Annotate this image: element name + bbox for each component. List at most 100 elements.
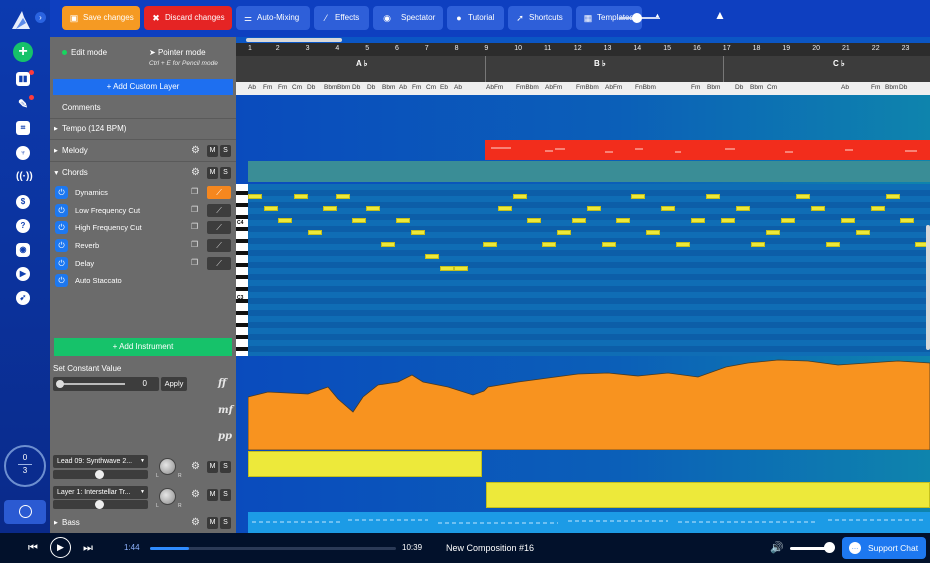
chord-note[interactable] [498,206,512,211]
chord-note[interactable] [323,206,337,211]
chord-label[interactable]: Bbm [337,84,350,91]
playback-progress[interactable] [150,547,396,550]
chord-note[interactable] [811,206,825,211]
comments-row[interactable]: Comments [50,97,236,119]
copy-icon[interactable]: ❐ [191,258,200,268]
power-icon[interactable]: ⏻ [55,204,68,217]
apply-button[interactable]: Apply [161,377,187,391]
tutorial-button[interactable]: ● Tutorial [447,6,504,30]
mute-button[interactable]: M [207,461,218,473]
zoom-in-icon[interactable]: ▲ [714,8,726,22]
copy-icon[interactable]: ❐ [191,205,200,215]
piano-keyboard[interactable]: C4 C3 [236,184,248,356]
gear-icon[interactable]: ⚙ [191,145,201,157]
skip-back-icon[interactable]: ⏮ [28,542,38,555]
chord-note[interactable] [440,266,454,271]
chord-label[interactable]: Db [899,84,907,91]
play-tutorial-icon[interactable]: ▶ [16,267,30,281]
chord-note[interactable] [676,242,690,247]
chord-note[interactable] [542,242,556,247]
chord-strip[interactable]: Ab Fm Fm Cm Db Bbm Bbm Db Db Bbm Ab Fm Cm Eb Ab AbFm FmB… [236,82,930,95]
chord-note[interactable] [513,194,527,199]
arrangement-timeline[interactable]: 1 2 3 4 5 6 7 8 9 10 11 12 13 14 15 16 17 18 19 20 21 22 23 A … [236,37,930,533]
chords-row[interactable]: ▶ Chords ⚙ M S [50,162,236,184]
chord-note[interactable] [483,242,497,247]
chord-note[interactable] [646,230,660,235]
chord-note[interactable] [616,218,630,223]
power-icon[interactable]: ⏻ [55,186,68,199]
chord-label[interactable]: Bbm [382,84,395,91]
power-icon[interactable]: ⏻ [55,239,68,252]
edit-mode-toggle[interactable]: Edit mode [62,48,107,57]
constant-value-slider[interactable]: 0 [53,377,159,391]
chord-label[interactable]: Fm [263,84,272,91]
automation-curve-icon[interactable]: ⟋ [207,257,231,270]
chord-label[interactable]: Ab [399,84,407,91]
section-label-a[interactable]: A ♭ [356,59,367,68]
effect-row-delay[interactable]: ⏻ Delay ❐ ⟋ [50,255,236,272]
effect-row-high-frequency-cut[interactable]: ⏻ High Frequency Cut ❐ ⟋ [50,219,236,236]
shortcuts-button[interactable]: ➚ Shortcuts [508,6,572,30]
chord-note[interactable] [766,230,780,235]
composer-icon[interactable]: ⌗ [16,121,30,135]
chord-label[interactable]: Ab [454,84,462,91]
horizontal-scrollbar[interactable] [246,38,342,42]
chord-note[interactable] [454,266,468,271]
chord-note[interactable] [602,242,616,247]
volume-icon[interactable]: 🔊 [770,541,784,554]
volume-knob[interactable] [95,470,104,479]
chord-note[interactable] [691,218,705,223]
chord-label[interactable]: Eb [440,84,448,91]
support-chat-button[interactable]: … Support Chat [842,537,926,559]
power-icon[interactable]: ⏻ [55,257,68,270]
spectator-button[interactable]: ◉ Spectator [373,6,443,30]
skip-forward-icon[interactable]: ⏭ [83,542,93,555]
chord-note[interactable] [572,218,586,223]
chord-note[interactable] [411,230,425,235]
chord-note[interactable] [336,194,350,199]
chord-label[interactable]: Fm [691,84,700,91]
collapse-rail-icon[interactable]: › [35,12,46,23]
chord-note[interactable] [751,242,765,247]
solo-button[interactable]: S [220,461,231,473]
chord-label[interactable]: Cm [426,84,436,91]
expand-triangle-icon[interactable]: ▶ [54,140,58,162]
chord-label[interactable]: AbFm [545,84,562,91]
chord-note[interactable] [527,218,541,223]
solo-button[interactable]: S [220,167,231,179]
chord-label[interactable]: Cm [767,84,777,91]
chord-note[interactable] [264,206,278,211]
chord-label[interactable]: Bbm [707,84,720,91]
radio-icon[interactable]: ((·)) [16,170,33,184]
chord-note[interactable] [425,254,439,259]
chord-label[interactable]: FmBbm [576,84,599,91]
automation-curve-icon[interactable]: ⟋ [207,239,231,252]
new-composition-button[interactable]: + [13,42,33,62]
chord-note[interactable] [381,242,395,247]
chord-note[interactable] [661,206,675,211]
pencil-icon[interactable]: ✎ [16,97,30,111]
chord-label[interactable]: Fm [871,84,880,91]
gear-icon[interactable]: ⚙ [191,167,201,179]
solo-button[interactable]: S [220,489,231,501]
mute-button[interactable]: M [207,517,218,529]
zoom-slider-knob[interactable] [632,13,642,23]
collapse-triangle-icon[interactable]: ▶ [45,171,67,175]
section-label-c[interactable]: C ♭ [833,59,845,68]
chord-label[interactable]: AbFm [605,84,622,91]
effect-row-auto-staccato[interactable]: ⏻ Auto Staccato [50,272,236,289]
feedback-icon[interactable]: ➹ [16,291,30,305]
discord-icon[interactable]: ◉ [16,243,30,257]
aiva-logo[interactable] [10,9,34,31]
chord-label[interactable]: AbFm [486,84,503,91]
automation-curve-icon[interactable]: ⟋ [207,204,231,217]
chord-label[interactable]: Db [307,84,315,91]
instrument-volume-slider[interactable] [53,470,148,479]
section-label-b[interactable]: B ♭ [594,59,606,68]
tempo-row[interactable]: ▶ Tempo (124 BPM) [50,118,236,140]
style-icon[interactable]: ♆ [16,146,30,160]
play-button[interactable]: ▶ [50,537,71,558]
pan-knob[interactable] [159,458,176,475]
melody-row[interactable]: ▶ Melody ⚙ M S [50,140,236,162]
expand-triangle-icon[interactable]: ▶ [54,118,58,140]
